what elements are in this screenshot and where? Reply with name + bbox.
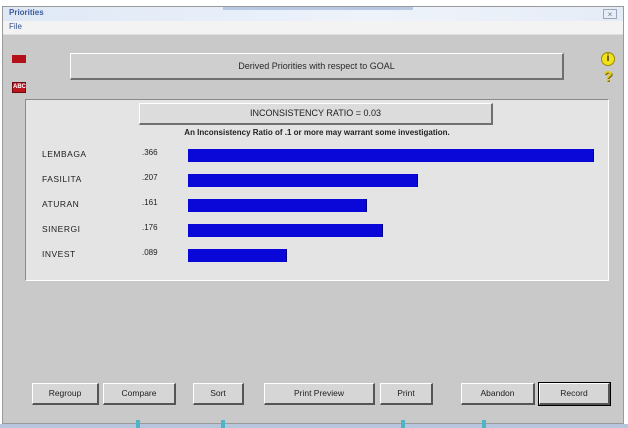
regroup-button[interactable]: Regroup	[32, 383, 99, 405]
category-label: INVEST	[42, 249, 76, 259]
record-button[interactable]: Record	[538, 382, 611, 406]
record-label: Record	[560, 388, 588, 398]
priority-row: SINERGI .176	[26, 222, 608, 238]
abc-icon[interactable]: ABC	[12, 82, 26, 93]
priority-value-label: .161	[142, 198, 158, 207]
compare-label: Compare	[121, 388, 157, 398]
priority-row: FASILITA .207	[26, 172, 608, 188]
priority-value-label: .207	[142, 173, 158, 182]
inconsistency-ratio-box: INCONSISTENCY RATIO = 0.03	[139, 103, 493, 125]
close-icon: ×	[607, 10, 613, 19]
priority-row: ATURAN .161	[26, 197, 608, 213]
menu-file[interactable]: File	[9, 22, 22, 31]
priority-value-label: .366	[142, 148, 158, 157]
priority-bar	[188, 249, 287, 262]
category-label: FASILITA	[42, 174, 82, 184]
priority-bar	[188, 199, 367, 212]
category-label: SINERGI	[42, 224, 81, 234]
help-icon[interactable]: ?	[601, 69, 615, 84]
priority-bar	[188, 174, 418, 187]
sort-label: Sort	[210, 388, 226, 398]
page-title: Derived Priorities with respect to GOAL	[70, 53, 564, 80]
taskbar-marker	[401, 420, 405, 428]
info-icon[interactable]: i	[601, 52, 615, 66]
taskbar-marker	[221, 420, 225, 428]
main-area: ABC i ? Derived Priorities with respect …	[3, 35, 623, 423]
taskbar-marker	[136, 420, 140, 428]
close-button[interactable]: ×	[603, 9, 617, 19]
category-label: LEMBAGA	[42, 149, 87, 159]
print-button[interactable]: Print	[380, 383, 433, 405]
title-bar[interactable]: Priorities ×	[3, 7, 623, 21]
priority-value-label: .089	[142, 248, 158, 257]
red-flag-icon[interactable]	[12, 55, 26, 63]
priorities-window: Priorities × File ABC i ? Derived Priori…	[2, 6, 624, 424]
abandon-label: Abandon	[480, 388, 515, 398]
title-bar-shade	[223, 7, 413, 10]
abandon-button[interactable]: Abandon	[461, 383, 535, 405]
taskbar-marker	[482, 420, 486, 428]
print-preview-label: Print Preview	[293, 388, 345, 398]
inconsistency-note: An Inconsistency Ratio of .1 or more may…	[184, 128, 450, 137]
priority-value-label: .176	[142, 223, 158, 232]
print-preview-button[interactable]: Print Preview	[264, 383, 375, 405]
menu-bar: File	[3, 21, 623, 35]
category-label: ATURAN	[42, 199, 80, 209]
window-title: Priorities	[9, 8, 44, 17]
compare-button[interactable]: Compare	[103, 383, 176, 405]
priority-bar	[188, 224, 383, 237]
priority-bar	[188, 149, 594, 162]
priority-row: LEMBAGA .366	[26, 147, 608, 163]
print-label: Print	[397, 388, 415, 398]
sort-button[interactable]: Sort	[193, 383, 244, 405]
priorities-panel: INCONSISTENCY RATIO = 0.03 An Inconsiste…	[25, 99, 609, 281]
regroup-label: Regroup	[48, 388, 82, 398]
priority-row: INVEST .089	[26, 247, 608, 263]
taskbar-strip	[0, 420, 628, 428]
